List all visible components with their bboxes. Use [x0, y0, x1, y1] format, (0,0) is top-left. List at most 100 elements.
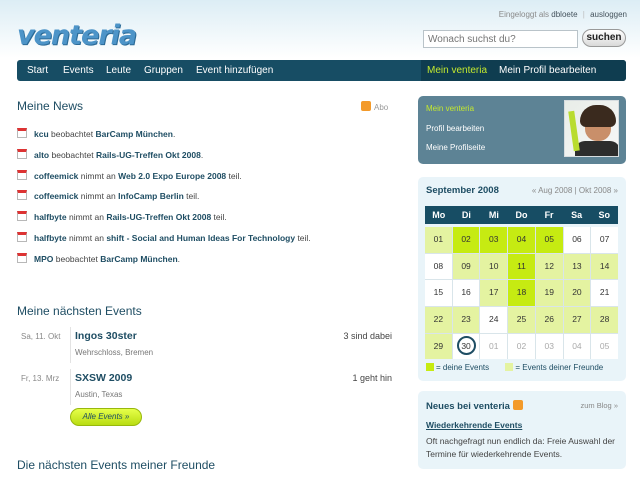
weekday-label: So [598, 210, 610, 220]
calendar-day[interactable]: 17 [480, 280, 508, 307]
calendar-day[interactable]: 16 [452, 280, 480, 307]
news-action: nimmt an [80, 170, 116, 181]
nav-item-start[interactable]: Start [27, 60, 48, 81]
nav-item-gruppen[interactable]: Gruppen [144, 60, 183, 81]
calendar-legend: = deine Events = Events deiner Freunde [426, 363, 603, 372]
calendar-day[interactable]: 12 [535, 253, 563, 280]
calendar-day[interactable]: 01 [425, 227, 452, 253]
prev-month-link[interactable]: « Aug 2008 [532, 186, 572, 195]
calendar-day[interactable]: 20 [563, 280, 591, 307]
calendar-day[interactable]: 27 [563, 307, 591, 333]
nav-item-leute[interactable]: Leute [106, 60, 131, 81]
calendar-day[interactable]: 23 [452, 307, 480, 333]
calendar-day-number: 01 [489, 340, 499, 351]
calendar-day-number: 30 [456, 335, 476, 355]
news-event-link[interactable]: BarCamp München [95, 129, 172, 139]
search-input[interactable] [423, 30, 578, 48]
nav-item-profil-bearbeiten[interactable]: Mein Profil bearbeiten [499, 60, 596, 81]
calendar-day[interactable]: 14 [591, 253, 618, 280]
avatar[interactable] [564, 100, 619, 157]
calendar-day[interactable]: 29 [425, 333, 452, 360]
event-title-link[interactable]: SXSW 2009 [75, 372, 132, 384]
calendar-day[interactable]: 03 [535, 333, 563, 360]
calendar-day[interactable]: 06 [563, 227, 591, 253]
calendar-day-number: 27 [572, 314, 582, 325]
news-user-link[interactable]: kcu [34, 129, 49, 139]
rss-icon[interactable] [512, 400, 523, 410]
calendar-day[interactable]: 22 [425, 307, 452, 333]
profilseite-link[interactable]: Meine Profilseite [426, 143, 485, 152]
news-event-link[interactable]: Web 2.0 Expo Europe 2008 [118, 171, 226, 181]
calendar-day[interactable]: 01 [480, 333, 508, 360]
news-user-link[interactable]: halfbyte [34, 212, 67, 222]
next-month-link[interactable]: Okt 2008 » [579, 186, 618, 195]
calendar-day[interactable]: 28 [591, 307, 618, 333]
calendar-day[interactable]: 11 [508, 253, 535, 280]
calendar-weekdays: Mo Di Mi Do Fr Sa So [425, 206, 618, 224]
blog-link[interactable]: zum Blog » [580, 401, 618, 410]
calendar-day[interactable]: 04 [508, 227, 535, 253]
calendar-day[interactable]: 04 [563, 333, 591, 360]
separator: | [582, 10, 585, 19]
calendar-day-number: 11 [517, 260, 526, 271]
calendar-day[interactable]: 24 [480, 307, 508, 333]
calendar-day[interactable]: 13 [563, 253, 591, 280]
calendar-day[interactable]: 05 [535, 227, 563, 253]
profil-bearbeiten-link[interactable]: Profil bearbeiten [426, 124, 484, 133]
abo-link[interactable]: Abo [361, 101, 388, 112]
legend-own: = deine Events [436, 363, 490, 372]
calendar-day[interactable]: 05 [591, 333, 618, 360]
calendar-day[interactable]: 02 [508, 333, 535, 360]
news-user-link[interactable]: MPO [34, 254, 53, 264]
nav-item-events[interactable]: Events [63, 60, 94, 81]
news-end: . [172, 129, 176, 139]
calendar-day-number: 26 [544, 314, 554, 325]
calendar-day[interactable]: 30 [452, 333, 480, 360]
calendar-day[interactable]: 18 [508, 280, 535, 307]
calendar-day[interactable]: 15 [425, 280, 452, 307]
weekday-label: Fr [544, 210, 554, 220]
blog-post-link[interactable]: Wiederkehrende Events [426, 420, 522, 430]
news-event-link[interactable]: shift - Social and Human Ideas For Techn… [106, 233, 295, 243]
calendar-day[interactable]: 08 [425, 253, 452, 280]
logout-link[interactable]: ausloggen [590, 10, 627, 19]
news-list: kcu beobachtet BarCamp München. alto beo… [17, 128, 397, 274]
calendar-day[interactable]: 21 [591, 280, 618, 307]
username-link[interactable]: dbloete [551, 10, 577, 19]
event-title-link[interactable]: Ingos 30ster [75, 330, 137, 342]
news-event-link[interactable]: Rails-UG-Treffen Okt 2008 [106, 212, 211, 222]
search-button[interactable]: suchen [582, 29, 626, 47]
rss-icon [361, 101, 371, 111]
venteria-logo[interactable]: venteria [17, 20, 137, 51]
calendar-day[interactable]: 10 [480, 253, 508, 280]
mein-venteria-link[interactable]: Mein venteria [426, 104, 474, 113]
news-user-link[interactable]: coffeemick [34, 191, 78, 201]
nav-item-mein-venteria[interactable]: Mein venteria [427, 60, 487, 81]
divider [70, 369, 71, 405]
calendar-grid: 01 02 03 04 05 06 07 08 09 10 11 12 13 14 15 16 17 18 19 20… [425, 227, 618, 360]
news-end: . [177, 253, 181, 264]
news-user-link[interactable]: halfbyte [34, 233, 67, 243]
calendar-box: September 2008 « Aug 2008 | Okt 2008 » M… [418, 177, 626, 381]
calendar-day[interactable]: 02 [452, 227, 480, 253]
calendar-day-number: 13 [572, 260, 582, 271]
news-user-link[interactable]: alto [34, 150, 49, 160]
calendar-day[interactable]: 19 [535, 280, 563, 307]
calendar-day[interactable]: 26 [535, 307, 563, 333]
calendar-icon [17, 231, 27, 242]
news-event-link[interactable]: BarCamp München [100, 254, 177, 264]
calendar-day[interactable]: 09 [452, 253, 480, 280]
calendar-day[interactable]: 25 [508, 307, 535, 333]
news-end: . [200, 149, 204, 160]
calendar-day[interactable]: 07 [591, 227, 618, 253]
news-event-link[interactable]: InfoCamp Berlin [118, 191, 184, 201]
news-action: nimmt an [68, 232, 104, 243]
news-event-link[interactable]: Rails-UG-Treffen Okt 2008 [96, 150, 201, 160]
calendar-day-number: 22 [433, 314, 444, 325]
neues-title-text: Neues bei venteria [426, 401, 510, 412]
news-action: beobachtet [55, 253, 98, 264]
nav-item-event-hinzufuegen[interactable]: Event hinzufügen [196, 60, 273, 81]
calendar-day[interactable]: 03 [480, 227, 508, 253]
news-user-link[interactable]: coffeemick [34, 171, 78, 181]
all-events-button[interactable]: Alle Events » [70, 408, 142, 426]
